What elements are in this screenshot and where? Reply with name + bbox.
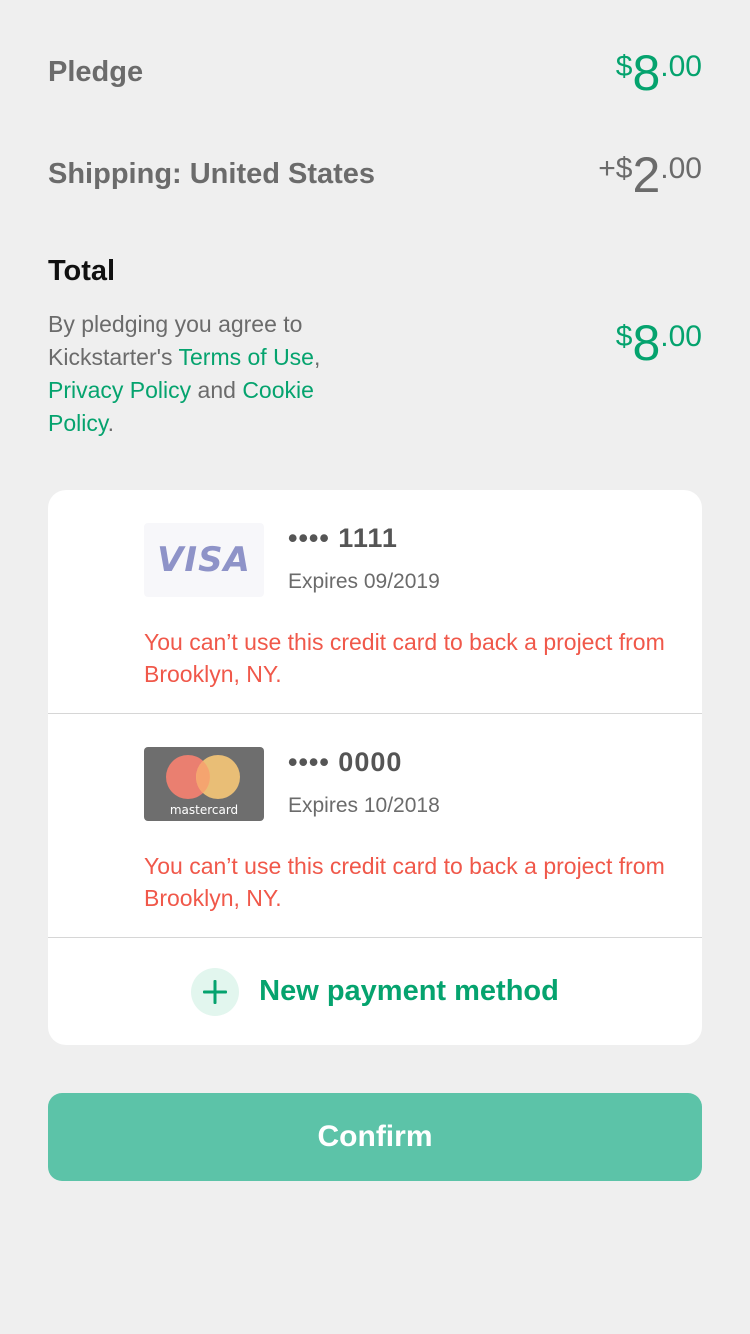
- shipping-label: Shipping: United States: [48, 158, 376, 190]
- shipping-amount-minor: .00: [660, 152, 702, 185]
- card-expiry: Expires 09/2019: [288, 570, 440, 593]
- payment-methods-panel: VISA •••• 1111 Expires 09/2019 You can’t…: [48, 490, 702, 1045]
- confirm-button[interactable]: Confirm: [48, 1093, 702, 1181]
- new-payment-method-button[interactable]: New payment method: [48, 938, 702, 1045]
- new-payment-method-label: New payment method: [259, 975, 559, 1007]
- card-error-message: You can’t use this credit card to back a…: [144, 629, 665, 687]
- total-amount-minor: .00: [660, 320, 702, 353]
- card-error-message: You can’t use this credit card to back a…: [144, 853, 665, 911]
- terms-text-part: .: [107, 410, 115, 436]
- terms-text-part: and: [191, 377, 243, 403]
- terms-text: By pledging you agree to Kickstarter's T…: [48, 308, 368, 440]
- shipping-amount: +$2.00: [598, 150, 702, 200]
- terms-text-part: ,: [313, 344, 321, 370]
- total-label: Total: [48, 255, 116, 287]
- total-row: Total: [48, 255, 702, 295]
- privacy-policy-link[interactable]: Privacy Policy: [48, 377, 191, 403]
- shipping-prefix: +$: [598, 152, 633, 185]
- confirm-button-label: Confirm: [317, 1120, 433, 1153]
- visa-logo-text: VISA: [157, 540, 251, 580]
- card-item-visa[interactable]: VISA •••• 1111 Expires 09/2019 You can’t…: [48, 490, 702, 714]
- card-expiry: Expires 10/2018: [288, 794, 440, 817]
- pledge-currency: $: [615, 50, 633, 83]
- total-amount: $8.00: [616, 318, 702, 368]
- plus-glyph-icon: [203, 979, 228, 1004]
- card-number: •••• 1111: [288, 523, 398, 553]
- pledge-label: Pledge: [48, 56, 144, 88]
- pledge-amount-major: 8: [632, 45, 661, 101]
- total-currency: $: [615, 320, 633, 353]
- visa-logo: VISA: [144, 523, 264, 597]
- card-item-mastercard[interactable]: mastercard •••• 0000 Expires 10/2018 You…: [48, 714, 702, 938]
- terms-of-use-link[interactable]: Terms of Use: [179, 344, 314, 370]
- shipping-row: Shipping: United States +$2.00: [48, 150, 702, 210]
- plus-icon: [191, 967, 240, 1016]
- card-number: •••• 0000: [288, 747, 403, 777]
- pledge-amount-minor: .00: [660, 50, 702, 83]
- total-amount-major: 8: [632, 315, 661, 371]
- pledge-amount: $8.00: [616, 48, 702, 98]
- pledge-row: Pledge $8.00: [48, 48, 702, 108]
- mastercard-logo-text: mastercard: [169, 803, 239, 817]
- mastercard-logo: mastercard: [144, 747, 264, 821]
- shipping-amount-major: 2: [632, 147, 661, 203]
